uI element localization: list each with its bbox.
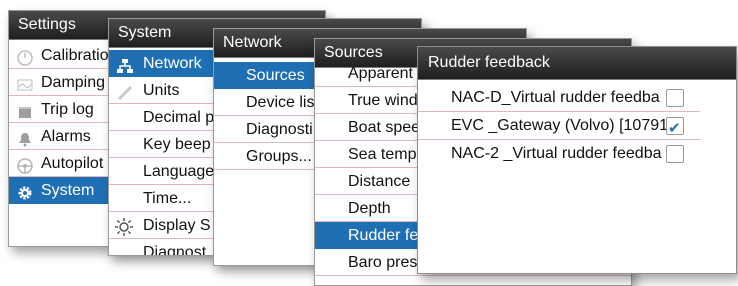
gear-icon bbox=[17, 183, 33, 200]
rudder-source-label: NAC-2 _Virtual rudder feedba bbox=[451, 145, 662, 162]
rudder-source-label: NAC-D_Virtual rudder feedba bbox=[451, 89, 660, 106]
settings-item-label: Damping bbox=[41, 74, 106, 91]
rudder-feedback-title: Rudder feedback bbox=[418, 47, 736, 80]
system-item-label: Language bbox=[143, 163, 215, 180]
ruler-icon bbox=[117, 83, 133, 101]
network-item-label: Device lis bbox=[246, 94, 315, 111]
network-icon bbox=[117, 56, 133, 73]
system-item-label: Time... bbox=[143, 190, 192, 207]
rudder-source-option[interactable]: NAC-2 _Virtual rudder feedba bbox=[418, 140, 700, 168]
system-item-label: Network bbox=[143, 55, 202, 72]
bell-icon bbox=[17, 129, 33, 147]
network-item-label: Groups... bbox=[246, 148, 312, 165]
rudder-feedback-list: NAC-D_Virtual rudder feedba EVC _Gateway… bbox=[418, 80, 736, 168]
sources-item-label: True wind bbox=[348, 92, 418, 109]
rudder-source-option[interactable]: EVC _Gateway (Volvo) [10791 ✔ bbox=[418, 112, 700, 140]
rudder-feedback-panel: Rudder feedback NAC-D_Virtual rudder fee… bbox=[417, 46, 737, 274]
steering-wheel-icon bbox=[17, 156, 33, 174]
system-item-label: Decimal p bbox=[143, 109, 215, 126]
sources-item-label: Rudder fe bbox=[348, 227, 419, 244]
system-item-label: Key beep bbox=[143, 136, 211, 153]
checkmark-icon: ✔ bbox=[668, 120, 681, 137]
damping-icon bbox=[17, 75, 33, 91]
trip-log-icon bbox=[17, 102, 33, 118]
settings-item-label: Trip log bbox=[41, 101, 94, 118]
source-checkbox[interactable] bbox=[666, 89, 684, 107]
system-item-label: Units bbox=[143, 82, 180, 99]
settings-item-label: Autopilot bbox=[41, 155, 104, 172]
sources-item-label: Sea temp bbox=[348, 146, 417, 163]
network-item-label: Sources bbox=[246, 67, 305, 84]
sources-item-label: Apparent bbox=[348, 65, 413, 82]
gauge-icon bbox=[17, 48, 33, 66]
source-checkbox[interactable]: ✔ bbox=[666, 117, 684, 137]
rudder-source-option[interactable]: NAC-D_Virtual rudder feedba bbox=[418, 84, 700, 112]
system-item-label: Display S bbox=[143, 217, 211, 234]
settings-item-label: System bbox=[41, 182, 95, 199]
sources-item-label: Distance bbox=[348, 173, 411, 190]
source-checkbox[interactable] bbox=[666, 145, 684, 163]
brightness-icon bbox=[115, 218, 133, 236]
settings-item-label: Calibratio bbox=[41, 47, 109, 64]
rudder-source-label: EVC _Gateway (Volvo) [10791 bbox=[451, 117, 669, 134]
sources-item-label: Boat spee bbox=[348, 119, 421, 136]
system-item-label: Diagnost bbox=[143, 244, 207, 256]
network-item-label: Diagnosti bbox=[246, 121, 313, 138]
sources-item-label: Depth bbox=[348, 200, 391, 217]
settings-item-label: Alarms bbox=[41, 128, 91, 145]
sources-item-label: Baro pres bbox=[348, 254, 418, 271]
